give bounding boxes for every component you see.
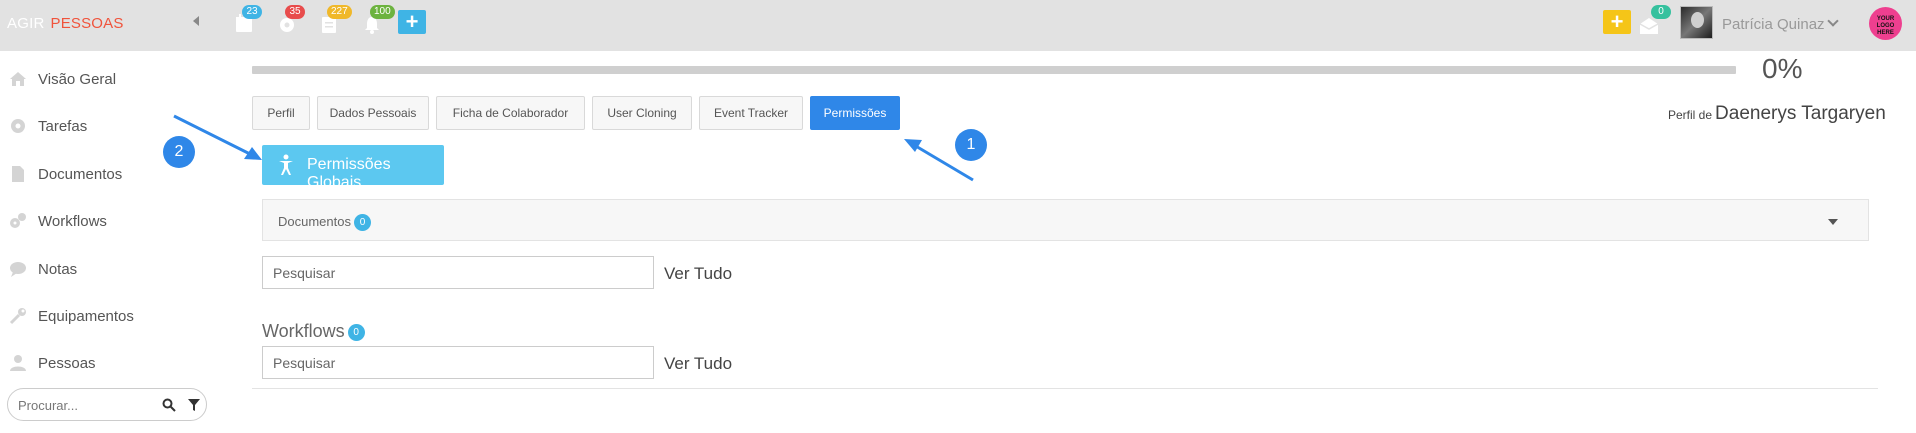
quick-add-button[interactable]: +: [1603, 10, 1631, 34]
comments-icon: [8, 259, 28, 279]
annotation-arrowhead-1: [904, 139, 922, 152]
search-icon[interactable]: [162, 398, 176, 417]
sidebar-item-notas[interactable]: Notas: [0, 254, 216, 284]
tab-perfil[interactable]: Perfil: [252, 96, 310, 130]
workflows-search: [262, 346, 654, 379]
sidebar-item-label: Pessoas: [38, 354, 96, 372]
progress-percentage: 0%: [1762, 53, 1803, 84]
documents-title: Documentos: [278, 214, 351, 229]
brand-part-pessoas: PESSOAS: [50, 15, 124, 32]
home-icon: [8, 69, 28, 89]
gear-badge: 35: [285, 5, 305, 19]
documents-panel-header[interactable]: Documentos 0: [262, 199, 1869, 241]
clipboard-icon[interactable]: 227: [319, 5, 352, 34]
logo-text: YOUR LOGO HERE: [1876, 16, 1895, 36]
calendar-icon[interactable]: 23: [234, 5, 262, 34]
sidebar-item-label: Notas: [38, 260, 78, 278]
annotation-arrowhead-2: [244, 147, 262, 160]
inbox-icon[interactable]: 0: [1639, 5, 1671, 36]
sidebar-search: [7, 388, 207, 421]
profile-owner: Perfil de Daenerys Targaryen: [1668, 103, 1886, 125]
inbox-badge: 0: [1651, 5, 1671, 19]
tab-dados-pessoais[interactable]: Dados Pessoais: [317, 96, 429, 130]
wrench-icon: [8, 306, 28, 326]
tab-user-cloning[interactable]: User Cloning: [592, 96, 692, 130]
sidebar-item-equipamentos[interactable]: Equipamentos: [0, 301, 216, 331]
collapse-sidebar-icon[interactable]: [193, 16, 199, 26]
sidebar-search-input[interactable]: [18, 395, 148, 415]
company-logo: YOUR LOGO HERE: [1869, 7, 1902, 40]
brand-part-agir: AGIR: [7, 15, 45, 32]
brand-logo[interactable]: AGIR PESSOAS: [7, 15, 124, 32]
workflows-view-all-link[interactable]: Ver Tudo: [664, 354, 732, 374]
accessibility-icon: [276, 154, 296, 176]
workflows-title: Workflows: [262, 321, 345, 341]
documents-search-input[interactable]: [273, 263, 643, 283]
add-button[interactable]: +: [398, 10, 426, 34]
user-icon: [8, 353, 28, 373]
filter-icon[interactable]: [188, 398, 200, 417]
profile-prefix: Perfil de: [1668, 108, 1713, 122]
user-name[interactable]: Patrícia Quinaz: [1722, 16, 1825, 33]
workflows-count-badge: 0: [347, 323, 365, 341]
bell-icon[interactable]: 100: [362, 5, 395, 34]
bell-badge: 100: [370, 5, 395, 19]
workflows-search-input[interactable]: [273, 353, 643, 373]
sidebar-item-visao-geral[interactable]: Visão Geral: [0, 64, 216, 94]
global-permissions-label: Permissões Globais: [307, 156, 391, 191]
sidebar-item-workflows[interactable]: Workflows: [0, 206, 216, 236]
tab-event-tracker[interactable]: Event Tracker: [699, 96, 803, 130]
annotation-marker-2: 2: [163, 136, 195, 168]
gear-icon[interactable]: 35: [277, 5, 305, 34]
documents-count-badge: 0: [353, 214, 371, 232]
clipboard-badge: 227: [327, 5, 352, 19]
profile-name: Daenerys Targaryen: [1715, 103, 1886, 124]
annotation-marker-1: 1: [955, 129, 987, 161]
calendar-badge: 23: [242, 5, 262, 19]
gear-icon: [8, 116, 28, 136]
sidebar-item-label: Visão Geral: [38, 70, 117, 88]
sidebar-item-label: Equipamentos: [38, 307, 134, 325]
sidebar-item-pessoas[interactable]: Pessoas: [0, 348, 216, 378]
chevron-down-icon[interactable]: [1827, 15, 1839, 27]
tab-permissoes[interactable]: Permissões: [810, 96, 900, 130]
top-bar: AGIR PESSOAS 23 35 227 100 + + 0 Patrícia…: [0, 0, 1916, 51]
documents-view-all-link[interactable]: Ver Tudo: [664, 264, 732, 284]
global-permissions-button[interactable]: Permissões Globais: [262, 145, 444, 191]
documents-label: Documentos 0: [278, 214, 371, 232]
document-icon: [8, 164, 28, 184]
section-divider: [252, 388, 1878, 389]
workflows-section-title: Workflows 0: [262, 321, 365, 342]
tab-ficha-de-colaborador[interactable]: Ficha de Colaborador: [436, 96, 585, 130]
caret-down-icon[interactable]: [1828, 219, 1838, 225]
cogs-icon: [8, 211, 28, 231]
profile-progress-bar: [252, 66, 1736, 74]
documents-search: [262, 256, 654, 289]
sidebar-item-label: Tarefas: [38, 117, 88, 135]
sidebar-item-label: Workflows: [38, 212, 107, 230]
sidebar-item-label: Documentos: [38, 165, 123, 183]
avatar[interactable]: [1680, 6, 1713, 39]
